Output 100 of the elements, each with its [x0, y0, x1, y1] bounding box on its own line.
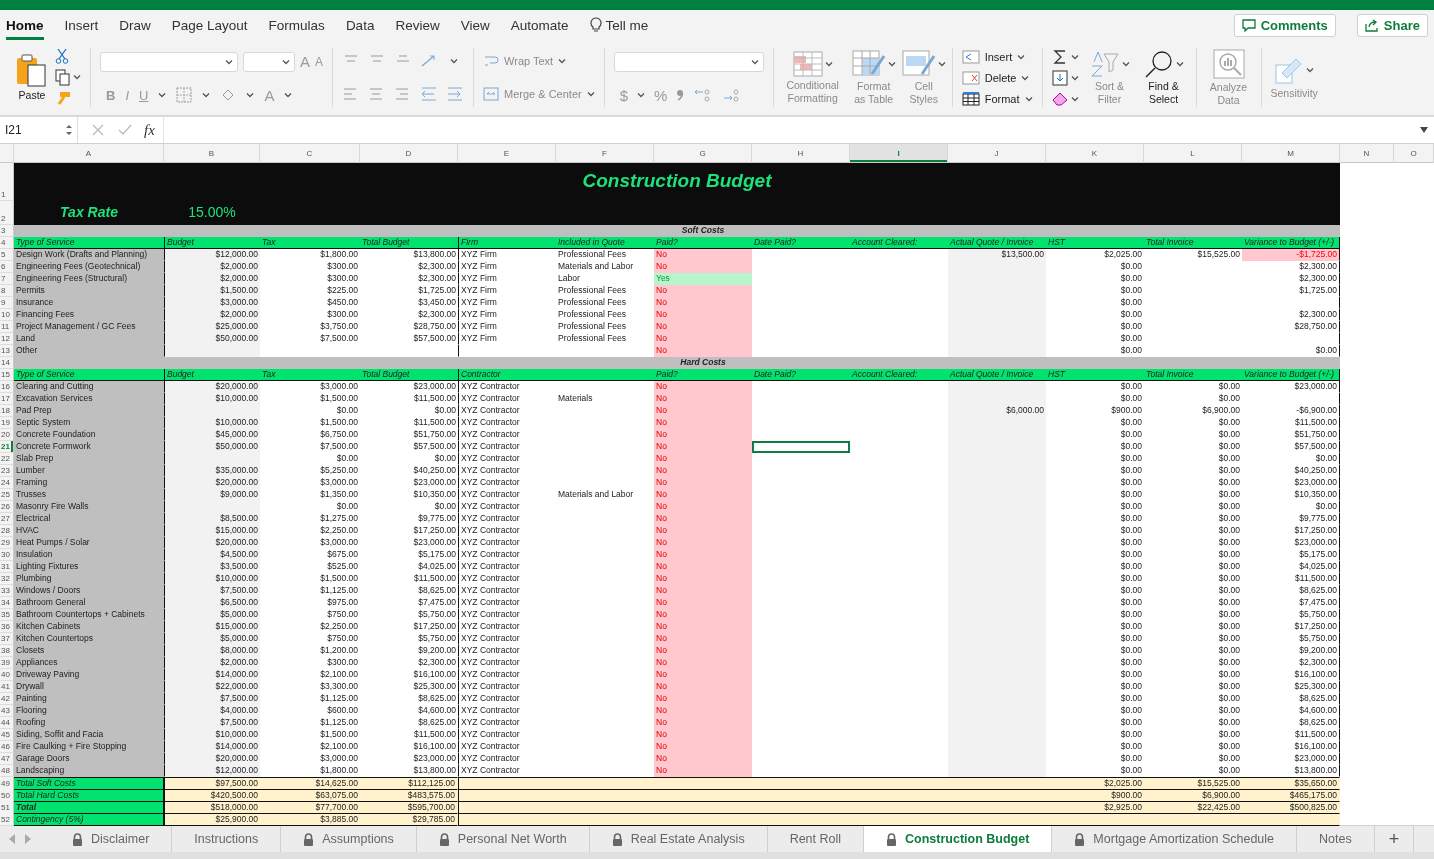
row-number[interactable]: 8 [0, 285, 14, 297]
caret-icon[interactable] [1175, 61, 1184, 68]
row-number[interactable]: 33 [0, 585, 14, 597]
caret-icon[interactable] [1024, 95, 1033, 102]
font-name-field[interactable] [100, 51, 238, 72]
row-number[interactable]: 17 [0, 393, 14, 405]
comments-button[interactable]: Comments [1233, 13, 1336, 37]
row-number[interactable]: 45 [0, 729, 14, 741]
caret-icon[interactable] [450, 57, 459, 64]
row-number[interactable]: 24 [0, 477, 14, 489]
row-number[interactable]: 12 [0, 333, 14, 345]
caret-icon[interactable] [637, 92, 646, 98]
caret-icon[interactable] [202, 92, 211, 98]
row-number[interactable]: 18 [0, 405, 14, 417]
caret-icon[interactable] [750, 58, 759, 65]
font-size-field[interactable] [243, 51, 295, 72]
tell-me-field[interactable]: Tell me [589, 17, 649, 33]
row-number[interactable]: 1 [0, 163, 14, 201]
format-button[interactable]: Format [961, 91, 1033, 106]
row-number[interactable]: 14 [0, 357, 14, 369]
insert-function-button[interactable]: fx [144, 121, 155, 139]
ribbon-tab[interactable]: Home [6, 10, 44, 40]
row-number[interactable]: 43 [0, 705, 14, 717]
caret-icon[interactable] [1017, 53, 1026, 60]
row-number[interactable]: 13 [0, 345, 14, 357]
row-number[interactable]: 32 [0, 573, 14, 585]
sum-icon[interactable] [1051, 48, 1068, 65]
row-number[interactable]: 15 [0, 369, 14, 381]
caret-icon[interactable] [1070, 53, 1079, 60]
row-number[interactable]: 36 [0, 621, 14, 633]
row-number[interactable]: 25 [0, 489, 14, 501]
caret-icon[interactable] [284, 92, 293, 98]
copy-icon[interactable] [55, 69, 71, 86]
row-number[interactable]: 5 [0, 249, 14, 261]
row-number[interactable]: 19 [0, 417, 14, 429]
caret-icon[interactable] [1021, 74, 1030, 81]
ribbon-tab[interactable]: Formulas [268, 10, 325, 40]
row-number[interactable]: 52 [0, 813, 14, 826]
row-number[interactable]: 44 [0, 717, 14, 729]
row-number[interactable]: 16 [0, 381, 14, 393]
paste-button[interactable]: Paste [15, 53, 49, 102]
caret-icon[interactable] [1070, 75, 1079, 82]
row-number[interactable]: 9 [0, 297, 14, 309]
ribbon-tab[interactable]: View [460, 10, 490, 40]
number-format-field[interactable] [613, 51, 764, 72]
caret-icon[interactable] [158, 92, 167, 98]
ribbon-tab[interactable]: Insert [64, 10, 99, 40]
row-number[interactable]: 2 [0, 201, 14, 225]
active-cell[interactable] [752, 441, 850, 453]
row-number[interactable]: 47 [0, 753, 14, 765]
row-number[interactable]: 29 [0, 537, 14, 549]
row-number[interactable]: 37 [0, 633, 14, 645]
row-number[interactable]: 31 [0, 561, 14, 573]
row-number[interactable]: 39 [0, 657, 14, 669]
ribbon-tab[interactable]: Data [345, 10, 375, 40]
caret-icon[interactable] [246, 92, 255, 98]
row-number[interactable]: 11 [0, 321, 14, 333]
caret-icon[interactable] [1070, 96, 1079, 103]
row-number[interactable]: 48 [0, 765, 14, 777]
caret-icon[interactable] [73, 74, 81, 81]
insert-button[interactable]: Insert [961, 49, 1033, 64]
caret-icon[interactable] [225, 58, 233, 65]
row-number[interactable]: 27 [0, 513, 14, 525]
scissors-icon[interactable] [55, 48, 69, 65]
format-cells-icon[interactable] [961, 91, 980, 106]
row-number[interactable]: 10 [0, 309, 14, 321]
row-number[interactable]: 38 [0, 645, 14, 657]
row-number[interactable]: 23 [0, 465, 14, 477]
row-number[interactable]: 35 [0, 609, 14, 621]
share-button[interactable]: Share [1356, 13, 1428, 37]
name-box[interactable]: I21 [0, 117, 78, 143]
ribbon-tab[interactable]: Automate [510, 10, 569, 40]
row-number[interactable]: 42 [0, 693, 14, 705]
delete-cells-icon[interactable] [961, 70, 980, 85]
row-number[interactable]: 34 [0, 597, 14, 609]
ribbon-tab[interactable]: Page Layout [171, 10, 248, 40]
row-number[interactable]: 7 [0, 273, 14, 285]
row-number[interactable]: 41 [0, 681, 14, 693]
row-number[interactable]: 6 [0, 261, 14, 273]
sheet-tab[interactable]: Construction Budget [864, 826, 1053, 852]
find-select-button[interactable]: Find & Select [1140, 50, 1187, 105]
checkmark-icon[interactable] [118, 124, 132, 136]
row-number[interactable]: 20 [0, 429, 14, 441]
fill-down-icon[interactable] [1051, 70, 1068, 87]
row-number[interactable]: 46 [0, 741, 14, 753]
row-number[interactable]: 4 [0, 237, 14, 249]
ribbon-tab[interactable]: Review [395, 10, 440, 40]
row-number[interactable]: 30 [0, 549, 14, 561]
row-number[interactable]: 21 [0, 441, 14, 453]
insert-cells-icon[interactable] [961, 49, 980, 64]
delete-button[interactable]: Delete [961, 70, 1033, 85]
row-number[interactable]: 40 [0, 669, 14, 681]
expand-caret-icon[interactable] [1420, 127, 1428, 133]
ribbon-tab[interactable]: Draw [119, 10, 151, 40]
row-number[interactable]: 28 [0, 525, 14, 537]
caret-icon[interactable] [282, 58, 290, 65]
comma-style-icon[interactable] [676, 88, 685, 102]
column-header[interactable]: I [850, 144, 948, 163]
eraser-icon[interactable] [1051, 92, 1068, 107]
row-number[interactable]: 22 [0, 453, 14, 465]
